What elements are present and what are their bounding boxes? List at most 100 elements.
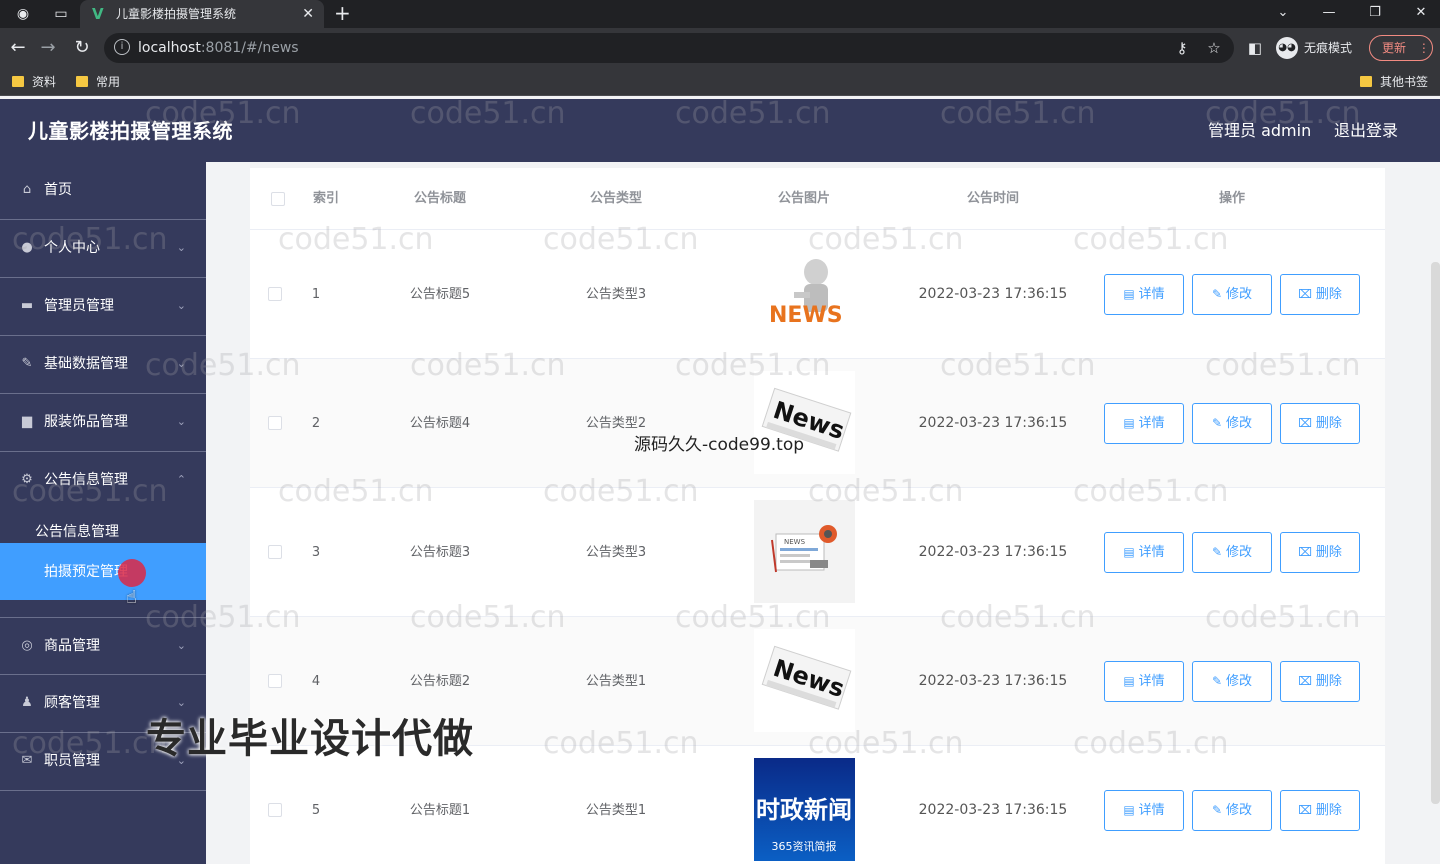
user-icon: ● xyxy=(21,240,33,255)
back-icon[interactable]: ← xyxy=(6,36,30,60)
trash-icon: ⌧ xyxy=(1298,416,1312,430)
row-checkbox[interactable] xyxy=(268,803,282,817)
person-icon: ♟ xyxy=(21,695,33,710)
detail-button[interactable]: ▤ 详情 xyxy=(1104,790,1184,831)
reload-icon[interactable]: ↻ xyxy=(70,36,94,60)
bookmark-folder[interactable]: 常用 xyxy=(74,68,120,96)
row-checkbox[interactable] xyxy=(268,545,282,559)
pencil-icon: ✎ xyxy=(1211,416,1223,430)
browser-tab[interactable]: V 儿童影楼拍摄管理系统 ✕ xyxy=(80,0,324,28)
table-header: 索引 公告标题 公告类型 公告图片 公告时间 操作 xyxy=(250,168,1385,230)
vue-favicon-icon: V xyxy=(92,5,104,23)
select-all-checkbox[interactable] xyxy=(271,192,285,206)
cell-time: 2022-03-23 17:36:15 xyxy=(918,544,1068,560)
edit-button[interactable]: ✎ 修改 xyxy=(1192,790,1272,831)
restore-icon[interactable]: ❐ xyxy=(1352,0,1398,28)
sidebar-item-notices[interactable]: ⚙ 公告信息管理 ⌃ xyxy=(0,452,206,510)
tab-search-icon[interactable]: ⌄ xyxy=(1260,0,1306,28)
bookmarks-bar: 资料 常用 其他书签 xyxy=(0,68,1440,96)
delete-button[interactable]: ⌧ 删除 xyxy=(1280,274,1360,315)
row-checkbox[interactable] xyxy=(268,674,282,688)
bookmark-folder[interactable]: 资料 xyxy=(10,68,56,96)
sidebar-item-profile[interactable]: ● 个人中心 ⌄ xyxy=(0,220,206,278)
cell-time: 2022-03-23 17:36:15 xyxy=(918,802,1068,818)
bookmark-star-icon[interactable]: ☆ xyxy=(1204,38,1224,58)
circle-icon: ◎ xyxy=(21,638,33,653)
url-text: localhost:8081/#/news xyxy=(138,40,299,56)
notice-image: News xyxy=(754,629,855,732)
home-icon: ⌂ xyxy=(22,182,32,197)
edit-button[interactable]: ✎ 修改 xyxy=(1192,403,1272,444)
row-checkbox[interactable] xyxy=(268,416,282,430)
edit-button[interactable]: ✎ 修改 xyxy=(1192,532,1272,573)
monitor-icon: ▬ xyxy=(20,298,34,313)
pencil-icon: ✎ xyxy=(1211,287,1223,301)
document-icon: ▤ xyxy=(1123,803,1135,817)
notice-image: NEWS xyxy=(754,500,855,603)
incognito-indicator[interactable]: ◕◕ 无痕模式 xyxy=(1276,36,1352,60)
cell-title: 公告标题5 xyxy=(409,287,471,302)
document-icon: ▤ xyxy=(1123,287,1135,301)
pencil-icon: ✎ xyxy=(1211,674,1223,688)
header-type: 公告类型 xyxy=(589,191,642,206)
sidebar-item-products[interactable]: ◎ 商品管理 ⌄ xyxy=(0,617,206,675)
vertical-scrollbar[interactable] xyxy=(1431,262,1440,804)
site-info-icon[interactable]: i xyxy=(114,39,130,55)
chevron-down-icon: ⌄ xyxy=(176,639,186,652)
table-row: 1 公告标题5 公告类型3 NEWS 2022-03-23 17:36:15 ▤… xyxy=(250,230,1385,359)
detail-button[interactable]: ▤ 详情 xyxy=(1104,661,1184,702)
sidebar-item-costumes[interactable]: ▆ 服装饰品管理 ⌄ xyxy=(0,394,206,452)
cell-time: 2022-03-23 17:36:15 xyxy=(918,286,1068,302)
detail-button[interactable]: ▤ 详情 xyxy=(1104,274,1184,315)
delete-button[interactable]: ⌧ 删除 xyxy=(1280,403,1360,444)
cell-type: 公告类型3 xyxy=(585,545,647,560)
new-tab-icon[interactable]: + xyxy=(334,0,351,26)
address-bar[interactable]: i localhost:8081/#/news ⚷ ☆ xyxy=(104,33,1234,63)
cell-type: 公告类型1 xyxy=(585,674,647,689)
svg-text:NEWS: NEWS xyxy=(784,538,806,546)
app-header: 儿童影楼拍摄管理系统 管理员 admin 退出登录 xyxy=(0,99,1440,162)
sidebar-item-home[interactable]: ⌂ 首页 xyxy=(0,162,206,220)
row-checkbox[interactable] xyxy=(268,287,282,301)
svg-text:NEWS: NEWS xyxy=(769,303,843,328)
sidebar-item-basedata[interactable]: ✎ 基础数据管理 ⌄ xyxy=(0,336,206,394)
detail-button[interactable]: ▤ 详情 xyxy=(1104,403,1184,444)
key-icon[interactable]: ⚷ xyxy=(1172,38,1192,58)
chevron-down-icon: ⌄ xyxy=(176,357,186,370)
submenu-booking-management[interactable]: 拍摄预定管理 ☝ xyxy=(0,543,206,608)
cell-index: 2 xyxy=(311,416,321,431)
delete-button[interactable]: ⌧ 删除 xyxy=(1280,790,1360,831)
tab-title: 儿童影楼拍摄管理系统 xyxy=(116,7,237,21)
detail-button[interactable]: ▤ 详情 xyxy=(1104,532,1184,573)
header-image: 公告图片 xyxy=(777,191,830,206)
sidebar-item-admins[interactable]: ▬ 管理员管理 ⌄ xyxy=(0,278,206,336)
ad-overlay-text: 专业毕业设计代做 xyxy=(146,716,474,762)
window-close-icon[interactable]: ✕ xyxy=(1398,0,1440,28)
edit-button[interactable]: ✎ 修改 xyxy=(1192,661,1272,702)
submenu-notice-management[interactable]: 公告信息管理 xyxy=(0,512,206,542)
logout-button[interactable]: 退出登录 xyxy=(1334,99,1398,162)
forward-icon[interactable]: → xyxy=(36,36,60,60)
browser-menu-icon[interactable]: ◉ xyxy=(12,4,34,24)
document-icon: ▤ xyxy=(1123,674,1135,688)
tab-overview-icon[interactable]: ▭ xyxy=(50,4,72,24)
pencil-icon: ✎ xyxy=(1211,545,1223,559)
chevron-down-icon: ⌄ xyxy=(176,241,186,254)
browser-tab-bar: ◉ ▭ V 儿童影楼拍摄管理系统 ✕ + ⌄ — ❐ ✕ xyxy=(0,0,1440,28)
cell-type: 公告类型3 xyxy=(585,287,647,302)
other-bookmarks[interactable]: 其他书签 xyxy=(1358,68,1428,96)
delete-button[interactable]: ⌧ 删除 xyxy=(1280,532,1360,573)
side-panel-icon[interactable]: ◧ xyxy=(1243,36,1267,60)
settings-icon: ⚙ xyxy=(21,472,33,487)
minimize-icon[interactable]: — xyxy=(1306,0,1352,28)
folder-icon xyxy=(12,76,24,87)
document-icon: ▤ xyxy=(1123,545,1135,559)
notice-image: NEWS xyxy=(754,242,855,345)
delete-button[interactable]: ⌧ 删除 xyxy=(1280,661,1360,702)
tab-close-icon[interactable]: ✕ xyxy=(302,0,314,28)
folder-icon xyxy=(76,76,88,87)
notice-image: News xyxy=(754,371,855,474)
edit-button[interactable]: ✎ 修改 xyxy=(1192,274,1272,315)
update-button[interactable]: 更新 ⋮ xyxy=(1369,35,1433,61)
header-actions: 操作 xyxy=(1218,191,1245,206)
